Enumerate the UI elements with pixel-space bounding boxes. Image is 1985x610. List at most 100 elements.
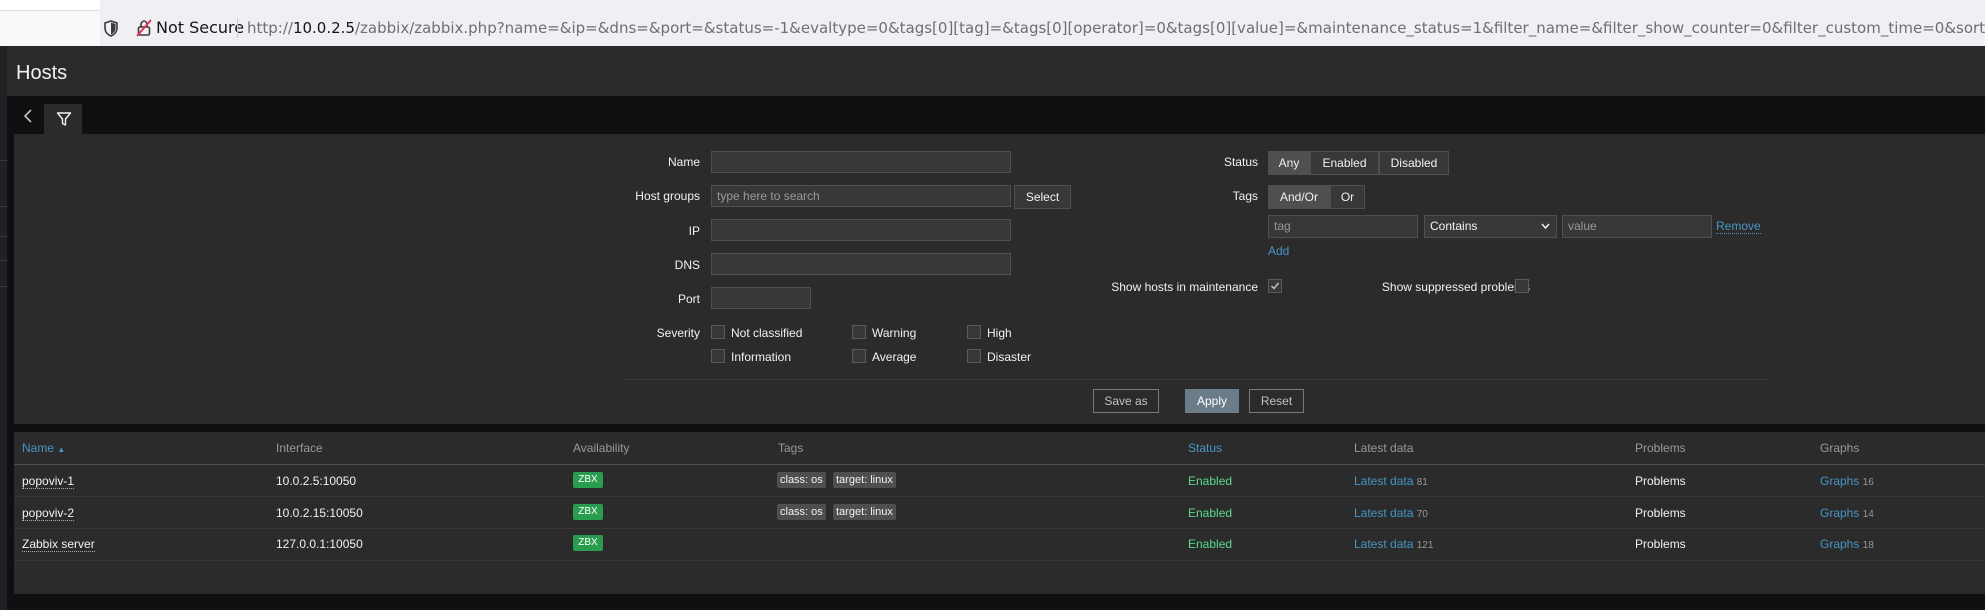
dns-label: DNS [674, 258, 700, 272]
sort-ascending-icon: ▲ [57, 445, 66, 454]
port-input[interactable] [711, 287, 811, 309]
severity-disaster-checkbox[interactable] [967, 349, 981, 363]
latest-data-link[interactable]: Latest data [1354, 506, 1413, 520]
row-divider [14, 560, 1985, 561]
status-disabled-button[interactable]: Disabled [1379, 151, 1449, 175]
zbx-availability-badge[interactable]: ZBX [573, 535, 603, 551]
severity-warning-label: Warning [872, 326, 917, 340]
name-label: Name [667, 155, 700, 169]
tag-remove-link[interactable]: Remove [1716, 219, 1761, 234]
severity-disaster-label: Disaster [987, 350, 1032, 364]
show-maintenance-checkbox[interactable] [1268, 279, 1282, 293]
host-status-link[interactable]: Enabled [1188, 537, 1232, 551]
severity-information-checkbox[interactable] [711, 349, 725, 363]
filter-divider [625, 379, 1768, 380]
column-header-tags: Tags [778, 441, 804, 455]
zbx-availability-badge[interactable]: ZBX [573, 504, 603, 520]
severity-not-classified-checkbox[interactable] [711, 325, 725, 339]
graphs-cell[interactable]: Graphs 14 [1820, 506, 1874, 520]
host-interface: 127.0.0.1:10050 [276, 537, 363, 551]
status-label: Status [1223, 155, 1258, 169]
tag-name-input[interactable]: tag [1268, 215, 1418, 238]
latest-data-cell[interactable]: Latest data 121 [1354, 537, 1433, 551]
browser-address-bar: Not Secure http://10.0.2.5/zabbix/zabbix… [0, 0, 1985, 46]
row-divider [14, 528, 1985, 529]
severity-warning-checkbox[interactable] [852, 325, 866, 339]
host-name-link[interactable]: popoviv-2 [22, 506, 75, 521]
status-enabled-button[interactable]: Enabled [1310, 151, 1379, 175]
latest-data-cell[interactable]: Latest data 70 [1354, 506, 1428, 520]
column-header-graphs: Graphs [1820, 441, 1860, 455]
status-any-button[interactable]: Any [1268, 151, 1310, 175]
dropdown-chevron-icon [1541, 223, 1550, 230]
host-tag[interactable]: target: linux [833, 472, 896, 488]
zbx-availability-badge[interactable]: ZBX [573, 472, 603, 488]
latest-data-cell[interactable]: Latest data 81 [1354, 474, 1428, 488]
problems-link[interactable]: Problems [1635, 537, 1686, 551]
show-maintenance-label: Show hosts in maintenance [1111, 280, 1258, 294]
column-header-name[interactable]: Name ▲ [22, 441, 65, 455]
url-prefix: http:// [247, 19, 293, 37]
severity-high-checkbox[interactable] [967, 325, 981, 339]
host-tag[interactable]: class: os [777, 504, 826, 520]
tag-value-input[interactable]: value [1562, 215, 1712, 238]
browser-tab-strip [0, 0, 100, 11]
reset-button[interactable]: Reset [1249, 389, 1304, 413]
host-groups-select-button[interactable]: Select [1014, 185, 1071, 209]
column-header-latest-data: Latest data [1354, 441, 1414, 455]
latest-data-count: 121 [1416, 540, 1434, 551]
host-tag[interactable]: class: os [777, 472, 826, 488]
filter-tabs-bar [7, 96, 1985, 134]
url-field[interactable]: http://10.0.2.5/zabbix/zabbix.php?name=&… [247, 19, 1985, 37]
host-groups-input[interactable]: type here to search [711, 185, 1011, 207]
latest-data-link[interactable]: Latest data [1354, 537, 1413, 551]
host-name-link[interactable]: Zabbix server [22, 537, 95, 552]
dns-input[interactable] [711, 253, 1011, 275]
host-name-link[interactable]: popoviv-1 [22, 474, 75, 489]
graphs-link[interactable]: Graphs [1820, 537, 1859, 551]
graphs-count: 16 [1862, 477, 1874, 488]
column-header-name-label: Name [22, 441, 55, 455]
apply-button[interactable]: Apply [1185, 389, 1239, 413]
tags-label: Tags [1232, 189, 1258, 203]
graphs-cell[interactable]: Graphs 16 [1820, 474, 1874, 488]
tag-operator-select[interactable]: Contains [1424, 215, 1557, 238]
graphs-count: 14 [1862, 509, 1874, 520]
graphs-link[interactable]: Graphs [1820, 474, 1859, 488]
not-secure-lock-icon[interactable] [136, 19, 152, 37]
page-header: Hosts [7, 46, 1985, 96]
problems-link[interactable]: Problems [1635, 474, 1686, 488]
not-secure-label[interactable]: Not Secure [156, 18, 244, 37]
show-suppressed-label: Show suppressed problems [1381, 280, 1530, 294]
collapse-chevron-icon[interactable] [22, 108, 34, 124]
host-groups-label: Host groups [635, 189, 700, 203]
tags-and-or-button[interactable]: And/Or [1268, 185, 1330, 209]
severity-label: Severity [656, 326, 700, 340]
shield-icon[interactable] [103, 20, 119, 37]
latest-data-count: 70 [1416, 509, 1428, 520]
host-tag[interactable]: target: linux [833, 504, 896, 520]
severity-average-checkbox[interactable] [852, 349, 866, 363]
checkmark-icon [1270, 282, 1280, 290]
ip-input[interactable] [711, 219, 1011, 241]
url-separator [237, 18, 238, 38]
row-divider [14, 496, 1985, 497]
url-host: 10.0.2.5 [292, 19, 355, 37]
column-header-status[interactable]: Status [1188, 441, 1222, 455]
show-suppressed-checkbox[interactable] [1515, 279, 1529, 293]
filter-tab[interactable] [44, 104, 82, 134]
name-input[interactable] [711, 151, 1011, 173]
column-header-availability: Availability [573, 441, 630, 455]
problems-link[interactable]: Problems [1635, 506, 1686, 520]
host-status-link[interactable]: Enabled [1188, 506, 1232, 520]
latest-data-link[interactable]: Latest data [1354, 474, 1413, 488]
tag-add-link[interactable]: Add [1268, 244, 1289, 258]
collapsed-sidebar[interactable] [0, 46, 7, 610]
column-header-problems: Problems [1635, 441, 1686, 455]
save-as-button[interactable]: Save as [1093, 389, 1159, 413]
graphs-link[interactable]: Graphs [1820, 506, 1859, 520]
tags-or-button[interactable]: Or [1330, 185, 1365, 209]
graphs-cell[interactable]: Graphs 18 [1820, 537, 1874, 551]
host-status-link[interactable]: Enabled [1188, 474, 1232, 488]
severity-not-classified-label: Not classified [731, 326, 803, 340]
